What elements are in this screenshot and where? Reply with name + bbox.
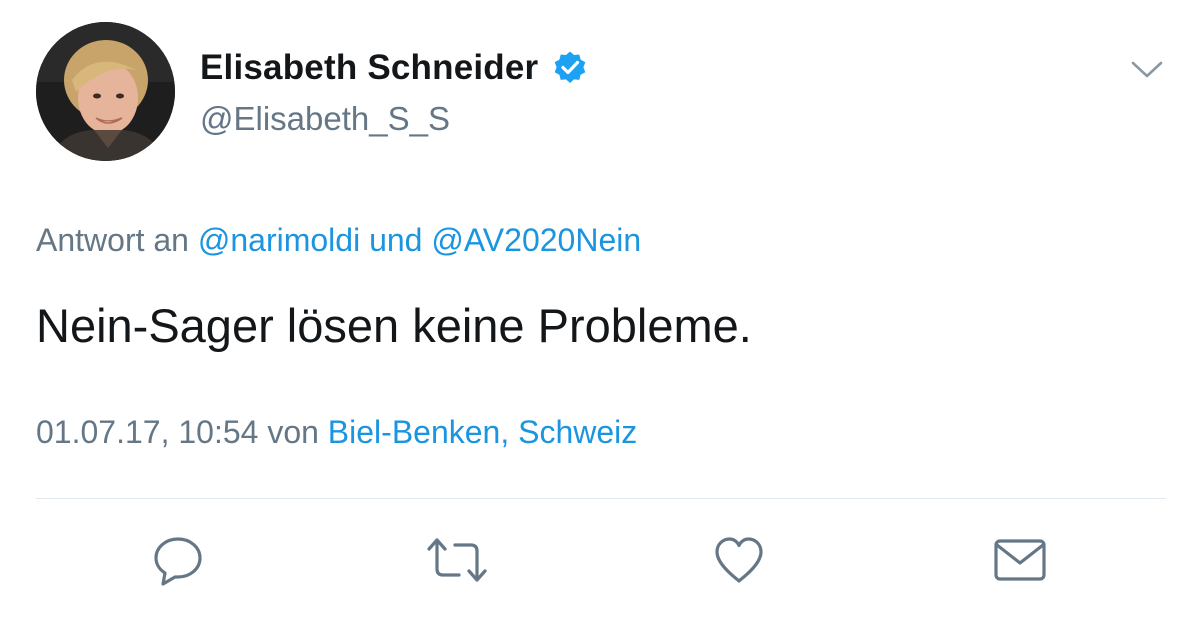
reply-prefix: Antwort an (36, 222, 189, 258)
envelope-icon (991, 531, 1049, 594)
avatar[interactable] (36, 22, 175, 161)
direct-message-button[interactable] (988, 530, 1052, 594)
like-button[interactable] (707, 530, 771, 594)
display-name-row: Elisabeth Schneider (200, 42, 588, 94)
reply-context: Antwort an @narimoldi und @AV2020Nein (36, 222, 641, 259)
location-link[interactable]: Biel-Benken, Schweiz (328, 414, 637, 450)
speech-bubble-icon (149, 531, 207, 594)
mention-link[interactable]: @narimoldi (198, 222, 360, 258)
verified-badge-icon (552, 50, 588, 86)
chevron-down-icon[interactable] (1130, 58, 1164, 82)
via-label: von (267, 414, 319, 450)
retweet-button[interactable] (425, 530, 489, 594)
divider (36, 498, 1166, 499)
retweet-icon (425, 531, 489, 594)
tweet-text: Nein-Sager lösen keine Probleme. (36, 299, 752, 352)
tweet-meta: 01.07.17, 10:54 von Biel-Benken, Schweiz (36, 414, 637, 451)
tweet-card: Elisabeth Schneider @Elisabeth_S_S Antwo… (0, 0, 1200, 625)
author-handle[interactable]: @Elisabeth_S_S (200, 100, 588, 138)
avatar-photo (36, 22, 175, 161)
tweet-header: Elisabeth Schneider @Elisabeth_S_S (36, 22, 1164, 164)
mention-link[interactable]: @AV2020Nein (431, 222, 641, 258)
heart-icon (710, 531, 768, 594)
author-names: Elisabeth Schneider @Elisabeth_S_S (200, 42, 588, 138)
reply-button[interactable] (146, 530, 210, 594)
display-name[interactable]: Elisabeth Schneider (200, 48, 538, 88)
timestamp[interactable]: 01.07.17, 10:54 (36, 414, 258, 450)
reply-conjunction: und (369, 222, 423, 258)
action-bar (0, 530, 1200, 600)
